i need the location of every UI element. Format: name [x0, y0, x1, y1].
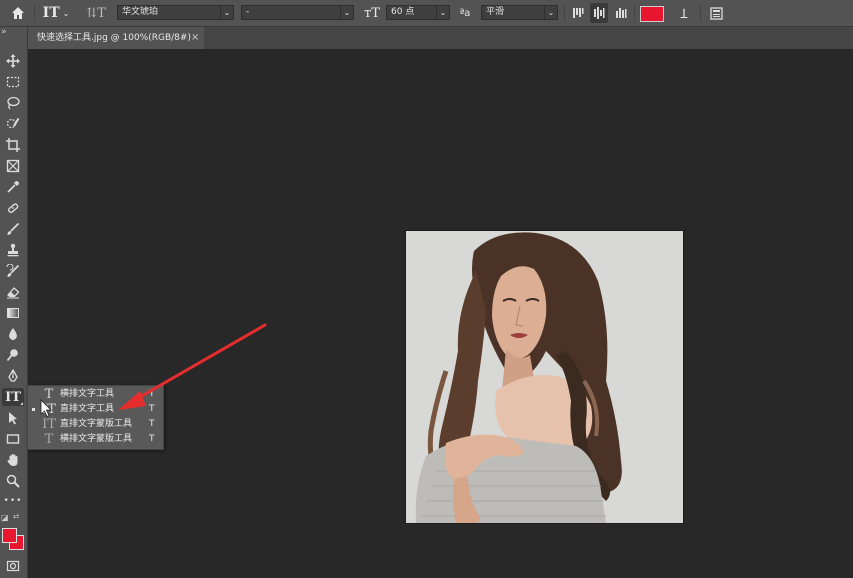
move-tool-icon[interactable]: [2, 52, 24, 70]
options-bar: IT ⌄ ⇅T 华文琥珀 ⌄ - ⌄ ᴛT 60 点 ⌄ ªa 平滑 ⌄ Ʇ: [0, 0, 853, 27]
selected-indicator: [32, 408, 35, 411]
flyout-item-horizontal-type[interactable]: T 横排文字工具 T: [28, 387, 163, 402]
healing-brush-tool-icon[interactable]: [2, 199, 24, 217]
antialias-select[interactable]: 平滑 ⌄: [481, 5, 558, 20]
font-style-select[interactable]: - ⌄: [241, 5, 354, 20]
foreground-color-swatch[interactable]: [2, 528, 17, 543]
path-selection-tool-icon[interactable]: [2, 409, 24, 427]
character-panel-icon[interactable]: [706, 3, 726, 23]
antialias-icon: ªa: [459, 7, 471, 19]
vertical-type-icon: IT: [42, 402, 56, 417]
brush-tool-icon[interactable]: [2, 220, 24, 238]
horizontal-type-icon: T: [44, 387, 54, 402]
chevron-down-icon: ⌄: [220, 5, 233, 20]
flyout-item-horizontal-type-mask[interactable]: T 横排文字蒙版工具 T: [28, 432, 163, 447]
flyout-item-vertical-type[interactable]: IT 直排文字工具 T: [28, 402, 163, 417]
blur-tool-icon[interactable]: [2, 325, 24, 343]
swap-colors-icon[interactable]: ⮂: [13, 512, 19, 522]
font-family-select[interactable]: 华文琥珀 ⌄: [117, 5, 234, 20]
zoom-tool-icon[interactable]: [2, 472, 24, 490]
document-tab-bar: 快速选择工具.jpg @ 100%(RGB/8#) ×: [28, 27, 853, 49]
rectangle-tool-icon[interactable]: [2, 430, 24, 448]
align-right-icon[interactable]: [612, 3, 630, 23]
type-tool-icon[interactable]: IT: [2, 388, 24, 406]
pen-tool-icon[interactable]: [2, 367, 24, 385]
quick-mask-icon[interactable]: [2, 557, 24, 575]
warp-text-icon[interactable]: Ʇ: [674, 3, 694, 23]
home-icon[interactable]: [8, 3, 28, 23]
gradient-tool-icon[interactable]: [2, 304, 24, 322]
eraser-tool-icon[interactable]: [2, 283, 24, 301]
text-tool-preset-icon[interactable]: IT ⌄: [40, 3, 72, 23]
font-size-select[interactable]: 60 点 ⌄: [386, 5, 450, 20]
flyout-item-vertical-type-mask[interactable]: IT 直排文字蒙版工具 T: [28, 417, 163, 432]
history-brush-tool-icon[interactable]: [2, 262, 24, 280]
text-color-swatch[interactable]: [640, 6, 664, 22]
chevron-down-icon: ⌄: [340, 5, 353, 20]
chevron-down-icon: ⌄: [544, 5, 557, 20]
collapse-panel-icon[interactable]: »: [1, 27, 7, 37]
eyedropper-tool-icon[interactable]: [2, 178, 24, 196]
vertical-type-mask-icon: IT: [42, 417, 56, 432]
chevron-down-icon: ⌄: [436, 5, 449, 20]
align-center-icon[interactable]: [590, 3, 608, 23]
text-orientation-toggle-icon[interactable]: ⇅T: [86, 3, 106, 23]
frame-tool-icon[interactable]: [2, 157, 24, 175]
dodge-tool-icon[interactable]: [2, 346, 24, 364]
crop-tool-icon[interactable]: [2, 136, 24, 154]
portrait-photo: [406, 231, 683, 523]
hand-tool-icon[interactable]: [2, 451, 24, 469]
default-colors-icon[interactable]: ◪: [1, 513, 9, 522]
close-icon[interactable]: ×: [191, 27, 199, 49]
quick-selection-tool-icon[interactable]: [2, 115, 24, 133]
document-tab-title: 快速选择工具.jpg @ 100%(RGB/8#): [37, 33, 191, 43]
more-tools-icon[interactable]: •••: [2, 492, 24, 510]
type-tool-flyout-menu: T 横排文字工具 T IT 直排文字工具 T IT 直排文字蒙版工具 T T 横…: [27, 385, 164, 450]
clone-stamp-tool-icon[interactable]: [2, 241, 24, 259]
canvas-photo[interactable]: [405, 230, 684, 524]
document-tab[interactable]: 快速选择工具.jpg @ 100%(RGB/8#) ×: [28, 27, 204, 49]
marquee-tool-icon[interactable]: [2, 73, 24, 91]
lasso-tool-icon[interactable]: [2, 94, 24, 112]
horizontal-type-mask-icon: T: [44, 432, 54, 447]
align-left-icon[interactable]: [569, 3, 587, 23]
font-size-icon: ᴛT: [364, 5, 380, 21]
